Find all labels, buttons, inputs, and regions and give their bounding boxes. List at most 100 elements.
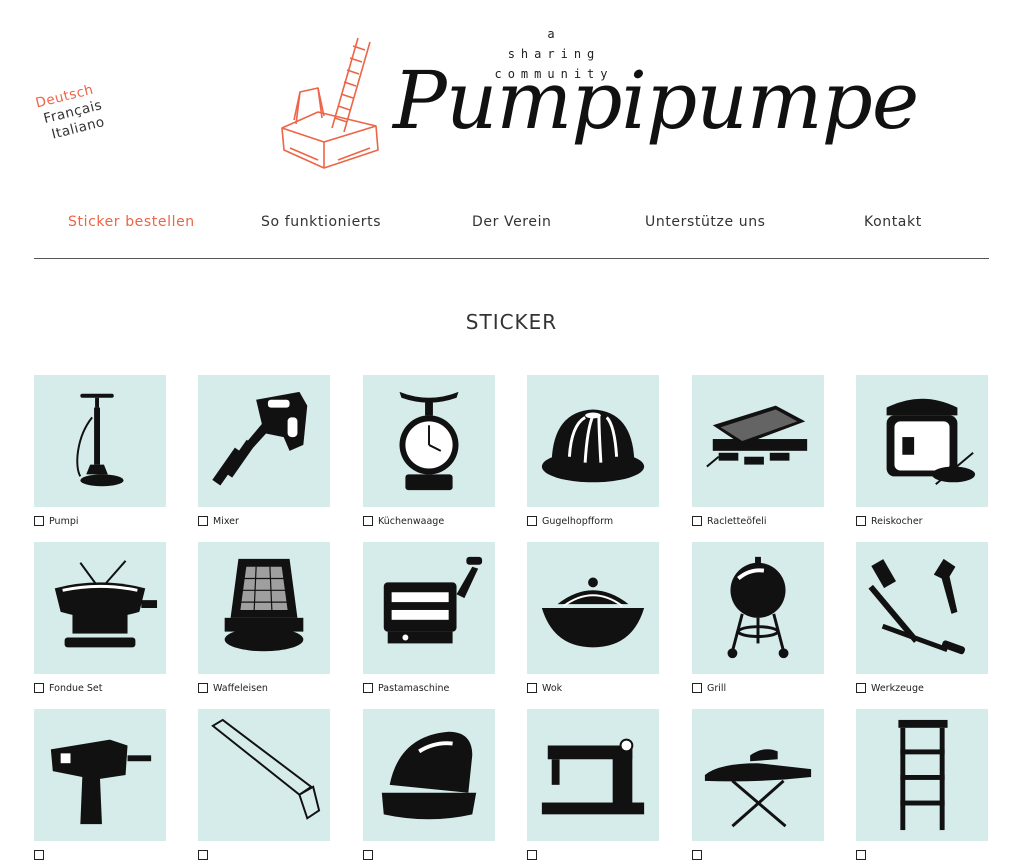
sticker-tile[interactable] [856, 542, 988, 674]
sticker-label-row: Racletteöfeli [692, 514, 824, 528]
sticker-label-row [363, 848, 495, 862]
nav-der-verein[interactable]: Der Verein [472, 214, 552, 230]
sticker-item: Mixer [198, 375, 330, 528]
sticker-checkbox[interactable] [198, 850, 208, 860]
sticker-label-row: Küchenwaage [363, 514, 495, 528]
nav-sticker-bestellen[interactable]: Sticker bestellen [68, 214, 195, 230]
sticker-checkbox[interactable] [198, 516, 208, 526]
sticker-tile[interactable] [692, 709, 824, 841]
nav-kontakt[interactable]: Kontakt [864, 214, 922, 230]
sticker-checkbox[interactable] [363, 516, 373, 526]
fondue-set-icon [54, 560, 158, 648]
sticker-item: Grill [692, 542, 824, 695]
sticker-label-row: Grill [692, 681, 824, 695]
sticker-tile[interactable] [692, 542, 824, 674]
sticker-item [363, 709, 495, 862]
tools-icon [868, 558, 966, 655]
sticker-label: Reiskocher [871, 515, 923, 527]
sticker-checkbox[interactable] [856, 850, 866, 860]
sticker-item: Reiskocher [856, 375, 988, 528]
sticker-tile[interactable] [692, 375, 824, 507]
sticker-tile[interactable] [856, 375, 988, 507]
sticker-label-row [34, 848, 166, 862]
sticker-item: Gugelhopfform [527, 375, 659, 528]
sticker-label-row: Gugelhopfform [527, 514, 659, 528]
sticker-label: Werkzeuge [871, 682, 924, 694]
sticker-label-row: Pastamaschine [363, 681, 495, 695]
hand-saw-icon [211, 718, 321, 820]
sticker-checkbox[interactable] [856, 683, 866, 693]
wok-icon [541, 577, 645, 648]
sticker-checkbox[interactable] [363, 850, 373, 860]
raclette-grill-icon [706, 405, 808, 468]
sticker-checkbox[interactable] [692, 850, 702, 860]
kitchen-scale-icon [399, 391, 459, 491]
sticker-checkbox[interactable] [527, 850, 537, 860]
clothes-iron-icon [381, 731, 477, 820]
sticker-tile[interactable] [198, 375, 330, 507]
tagline-line-1: a [547, 27, 561, 41]
nav-unterstuetze-uns[interactable]: Unterstütze uns [645, 214, 766, 230]
sticker-checkbox[interactable] [527, 516, 537, 526]
bike-pump-icon [76, 393, 124, 487]
power-drill-icon [50, 739, 152, 825]
sticker-item [692, 709, 824, 862]
sticker-label-row: Werkzeuge [856, 681, 988, 695]
sticker-label-row [856, 848, 988, 862]
sticker-tile[interactable] [856, 709, 988, 841]
pasta-machine-icon [383, 556, 483, 644]
rice-cooker-icon [886, 398, 976, 486]
brand-wordmark[interactable]: Pumpipumpe [393, 54, 919, 147]
language-switcher: Deutsch Français Italiano [34, 81, 108, 146]
sticker-tile[interactable] [34, 709, 166, 841]
hand-mixer-icon [212, 391, 308, 486]
sticker-label-row: Fondue Set [34, 681, 166, 695]
toolbox-ladder-logo-icon[interactable] [278, 30, 388, 170]
sticker-label: Wok [542, 682, 563, 694]
sticker-checkbox[interactable] [34, 850, 44, 860]
sticker-checkbox[interactable] [34, 516, 44, 526]
sticker-tile[interactable] [363, 542, 495, 674]
sticker-checkbox[interactable] [363, 683, 373, 693]
sticker-tile[interactable] [527, 375, 659, 507]
sticker-item [527, 709, 659, 862]
sticker-tile[interactable] [34, 375, 166, 507]
sticker-tile[interactable] [527, 542, 659, 674]
sticker-label-row: Wok [527, 681, 659, 695]
sticker-tile[interactable] [198, 542, 330, 674]
sticker-label: Mixer [213, 515, 239, 527]
sticker-item: Waffeleisen [198, 542, 330, 695]
sticker-checkbox[interactable] [692, 516, 702, 526]
sticker-label: Gugelhopfform [542, 515, 614, 527]
sticker-label: Pastamaschine [378, 682, 450, 694]
sticker-label: Racletteöfeli [707, 515, 767, 527]
sticker-label-row [692, 848, 824, 862]
sticker-item: Pumpi [34, 375, 166, 528]
sticker-label: Waffeleisen [213, 682, 268, 694]
sticker-tile[interactable] [198, 709, 330, 841]
sticker-label: Pumpi [49, 515, 79, 527]
sticker-tile[interactable] [363, 709, 495, 841]
sticker-label-row: Reiskocher [856, 514, 988, 528]
sticker-checkbox[interactable] [34, 683, 44, 693]
main-nav: Sticker bestellen So funktionierts Der V… [34, 214, 989, 236]
sticker-checkbox[interactable] [692, 683, 702, 693]
nav-so-funktionierts[interactable]: So funktionierts [261, 214, 381, 230]
kettle-grill-icon [727, 556, 789, 659]
sticker-checkbox[interactable] [856, 516, 866, 526]
sticker-label-row: Mixer [198, 514, 330, 528]
nav-divider [34, 258, 989, 259]
sticker-item: Werkzeuge [856, 542, 988, 695]
sticker-item: Fondue Set [34, 542, 166, 695]
sticker-tile[interactable] [34, 542, 166, 674]
sticker-checkbox[interactable] [198, 683, 208, 693]
sticker-item [34, 709, 166, 862]
sticker-tile[interactable] [363, 375, 495, 507]
sticker-item: Wok [527, 542, 659, 695]
sticker-item: Racletteöfeli [692, 375, 824, 528]
sticker-label-row [198, 848, 330, 862]
sticker-tile[interactable] [527, 709, 659, 841]
sticker-label: Grill [707, 682, 727, 694]
sticker-label-row: Pumpi [34, 514, 166, 528]
sticker-checkbox[interactable] [527, 683, 537, 693]
